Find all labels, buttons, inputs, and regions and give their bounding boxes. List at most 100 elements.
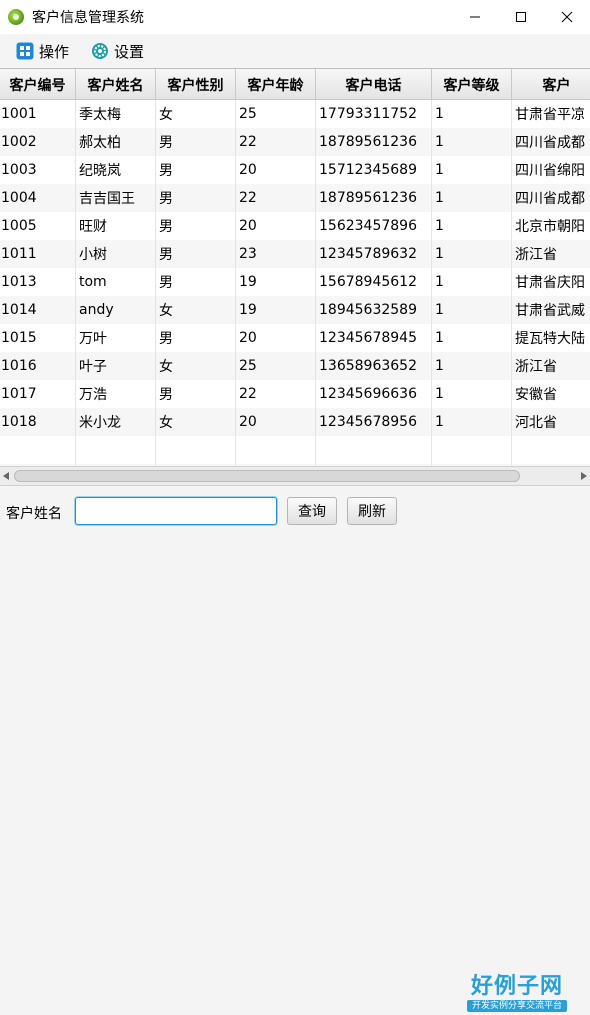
table-cell: 万叶 (76, 324, 156, 352)
table-cell: 女 (156, 352, 236, 380)
table-cell: 1 (432, 380, 512, 408)
table-cell: 四川省成都 (512, 184, 590, 212)
table-cell: 1002 (0, 128, 76, 156)
table-cell: 1 (432, 100, 512, 128)
table-cell: 15678945612 (316, 268, 432, 296)
scroll-right-icon[interactable] (580, 471, 588, 481)
table-cell: 1017 (0, 380, 76, 408)
table-cell: 1 (432, 184, 512, 212)
table-cell: 男 (156, 156, 236, 184)
table-cell: 15712345689 (316, 156, 432, 184)
table-row[interactable]: 1001 季太梅女 25 17793311752 1 甘肃省平凉 (0, 100, 590, 128)
table-row[interactable]: 1016 叶子女 25 13658963652 1 浙江省 (0, 352, 590, 380)
table-cell: 1 (432, 352, 512, 380)
table-cell: 女 (156, 296, 236, 324)
table-cell: 安徽省 (512, 380, 590, 408)
table-cell: 20 (236, 212, 316, 240)
table-cell: 女 (156, 408, 236, 436)
table-cell: 河北省 (512, 408, 590, 436)
table-cell: 1 (432, 156, 512, 184)
table-cell: 12345678956 (316, 408, 432, 436)
table-row[interactable]: 1004 吉吉国王男 22 18789561236 1 四川省成都 (0, 184, 590, 212)
logo-main-text: 好例子网 (470, 973, 563, 999)
table-body: 1001 季太梅女 25 17793311752 1 甘肃省平凉 1002 郝太柏男 22 187… (0, 100, 590, 466)
search-bar: 客户姓名 查询 刷新 好例子网 开发实例分享交流平台 (0, 486, 590, 1012)
table-cell: 1 (432, 212, 512, 240)
customer-table: 客户编号 客户姓名 客户性别 客户年龄 客户电话 客户等级 客户 1001 季太梅女 25 177… (0, 68, 590, 466)
table-cell: 1 (432, 268, 512, 296)
table-cell: 男 (156, 240, 236, 268)
table-cell: 万浩 (76, 380, 156, 408)
table-cell: 男 (156, 212, 236, 240)
gear-icon (92, 43, 109, 59)
table-cell: 浙江省 (512, 240, 590, 268)
table-header: 客户编号 客户姓名 客户性别 客户年龄 客户电话 客户等级 客户 (0, 69, 590, 100)
table-cell: 1 (432, 408, 512, 436)
table-row[interactable]: 1011 小树男 23 12345789632 1 浙江省 (0, 240, 590, 268)
column-header[interactable]: 客户编号 (0, 69, 76, 100)
table-cell: 22 (236, 128, 316, 156)
close-icon (561, 11, 573, 23)
table-cell: 甘肃省武威 (512, 296, 590, 324)
menu-settings[interactable]: 设置 (87, 38, 148, 64)
table-row[interactable] (0, 436, 590, 464)
table-cell (236, 436, 316, 464)
table-row[interactable]: 1002 郝太柏男 22 18789561236 1 四川省成都 (0, 128, 590, 156)
table-cell (76, 436, 156, 464)
logo-sub-text: 开发实例分享交流平台 (467, 1000, 567, 1012)
table-row[interactable]: 1018 米小龙女 20 12345678956 1 河北省 (0, 408, 590, 436)
table-cell: 23 (236, 240, 316, 268)
table-cell (316, 436, 432, 464)
table-cell: 女 (156, 100, 236, 128)
query-button[interactable]: 查询 (287, 497, 337, 525)
table-cell: 男 (156, 184, 236, 212)
table-cell (0, 436, 76, 464)
minimize-button[interactable] (452, 0, 498, 34)
column-header[interactable]: 客户 (512, 69, 590, 100)
table-cell: 米小龙 (76, 408, 156, 436)
table-cell: 1001 (0, 100, 76, 128)
table-cell: 19 (236, 296, 316, 324)
window-title: 客户信息管理系统 (32, 10, 144, 26)
column-header[interactable]: 客户等级 (432, 69, 512, 100)
table-cell: 小树 (76, 240, 156, 268)
column-header[interactable]: 客户电话 (316, 69, 432, 100)
refresh-button[interactable]: 刷新 (347, 497, 397, 525)
column-header[interactable]: 客户性别 (156, 69, 236, 100)
column-header[interactable]: 客户年龄 (236, 69, 316, 100)
table-cell: 18945632589 (316, 296, 432, 324)
table-cell: 甘肃省平凉 (512, 100, 590, 128)
table-row[interactable]: 1014 andy 女 19 18945632589 1 甘肃省武威 (0, 296, 590, 324)
table-cell: 18789561236 (316, 128, 432, 156)
search-input[interactable] (75, 497, 277, 525)
menu-operate[interactable]: 操作 (12, 38, 73, 64)
table-row[interactable]: 1013 tom 男 19 15678945612 1 甘肃省庆阳 (0, 268, 590, 296)
table-row[interactable]: 1015 万叶男 20 12345678945 1 提瓦特大陆 (0, 324, 590, 352)
column-header[interactable]: 客户姓名 (76, 69, 156, 100)
table-cell: 1004 (0, 184, 76, 212)
table-cell: 1 (432, 128, 512, 156)
table-cell: 1016 (0, 352, 76, 380)
scroll-left-icon[interactable] (2, 471, 10, 481)
table-cell: 22 (236, 184, 316, 212)
table-cell: 25 (236, 100, 316, 128)
table-cell: 12345789632 (316, 240, 432, 268)
table-cell: 四川省绵阳 (512, 156, 590, 184)
table-cell: 男 (156, 324, 236, 352)
scrollbar-thumb[interactable] (14, 470, 520, 482)
table-cell: 男 (156, 128, 236, 156)
close-button[interactable] (544, 0, 590, 34)
menu-settings-label: 设置 (114, 42, 145, 61)
table-row[interactable]: 1017 万浩男 22 12345696636 1 安徽省 (0, 380, 590, 408)
table-cell: 12345678945 (316, 324, 432, 352)
table-cell (156, 436, 236, 464)
table-row[interactable]: 1005 旺财男 20 15623457896 1 北京市朝阳 (0, 212, 590, 240)
table-cell: 提瓦特大陆 (512, 324, 590, 352)
table-cell: 旺财 (76, 212, 156, 240)
maximize-button[interactable] (498, 0, 544, 34)
menu-operate-label: 操作 (39, 42, 70, 61)
table-row[interactable]: 1003 纪晓岚男 20 15712345689 1 四川省绵阳 (0, 156, 590, 184)
table-cell: 1 (432, 296, 512, 324)
horizontal-scrollbar[interactable] (0, 466, 590, 486)
table-cell: 20 (236, 156, 316, 184)
